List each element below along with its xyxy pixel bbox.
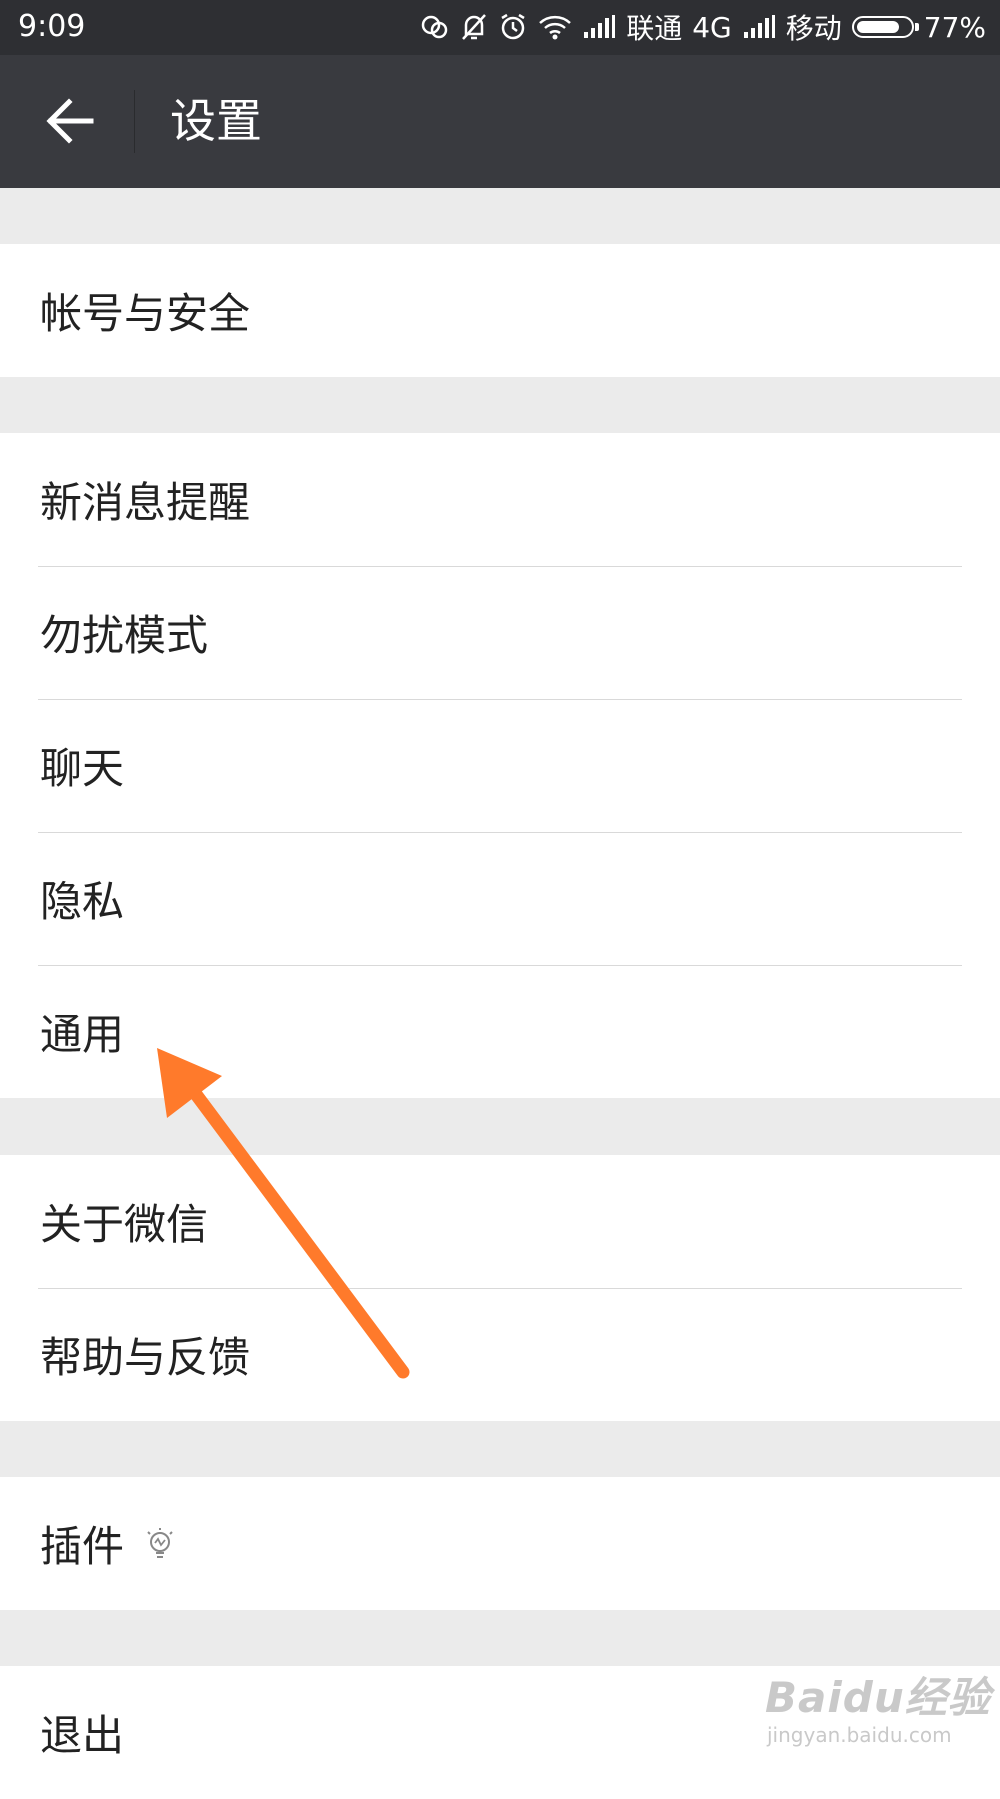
settings-item-label: 插件 bbox=[40, 1522, 125, 1571]
settings-item-label: 通用 bbox=[40, 1010, 125, 1059]
settings-item-label: 帐号与安全 bbox=[40, 289, 251, 338]
mute-bell-icon bbox=[460, 12, 488, 42]
network-type: 4G bbox=[692, 10, 732, 44]
carrier-2: 移动 bbox=[785, 12, 842, 45]
settings-item-label: 聊天 bbox=[40, 744, 125, 793]
section-plugins: 插件 bbox=[0, 1477, 1000, 1610]
back-button[interactable] bbox=[30, 81, 110, 161]
settings-item-label: 新消息提醒 bbox=[40, 478, 251, 527]
carrier-1: 联通 bbox=[626, 12, 683, 45]
status-bar: 9:09 联通 4G 移动 77% bbox=[0, 0, 1000, 55]
status-icons: 联通 4G 移动 77% bbox=[420, 8, 986, 46]
wifi-icon bbox=[538, 14, 572, 40]
settings-item-plugins[interactable]: 插件 bbox=[0, 1477, 1000, 1610]
settings-item-label: 隐私 bbox=[40, 877, 125, 926]
appbar-divider bbox=[134, 90, 135, 153]
watermark-logo: Baidu经验 bbox=[765, 1673, 991, 1722]
section-preferences: 新消息提醒 勿扰模式 聊天 隐私 通用 bbox=[0, 433, 1000, 1098]
signal-icon bbox=[582, 14, 616, 40]
section-account: 帐号与安全 bbox=[0, 244, 1000, 377]
settings-item-chat[interactable]: 聊天 bbox=[0, 699, 1000, 832]
lightbulb-icon bbox=[144, 1526, 176, 1562]
alarm-clock-icon bbox=[498, 12, 528, 42]
settings-item-general[interactable]: 通用 bbox=[0, 965, 1000, 1098]
settings-item-label: 退出 bbox=[40, 1711, 125, 1760]
battery-percent: 77% bbox=[923, 10, 986, 44]
status-time: 9:09 bbox=[18, 9, 86, 44]
app-bar: 设置 bbox=[0, 55, 1000, 188]
settings-item-account-security[interactable]: 帐号与安全 bbox=[0, 244, 1000, 377]
battery-icon bbox=[851, 16, 919, 38]
settings-item-do-not-disturb[interactable]: 勿扰模式 bbox=[0, 566, 1000, 699]
signal-icon-2 bbox=[742, 14, 776, 40]
page-title: 设置 bbox=[170, 94, 262, 148]
settings-item-help-feedback[interactable]: 帮助与反馈 bbox=[0, 1288, 1000, 1421]
settings-item-about[interactable]: 关于微信 bbox=[0, 1155, 1000, 1288]
settings-item-label: 关于微信 bbox=[40, 1200, 209, 1249]
section-about: 关于微信 帮助与反馈 bbox=[0, 1155, 1000, 1421]
settings-item-privacy[interactable]: 隐私 bbox=[0, 832, 1000, 965]
arrow-left-icon bbox=[46, 98, 94, 144]
settings-item-label: 帮助与反馈 bbox=[40, 1333, 251, 1382]
settings-item-new-message-alerts[interactable]: 新消息提醒 bbox=[0, 433, 1000, 566]
baidu-watermark: Baidu经验 jingyan.baidu.com bbox=[765, 1664, 991, 1747]
settings-item-label: 勿扰模式 bbox=[40, 611, 209, 660]
watermark-url: jingyan.baidu.com bbox=[767, 1723, 952, 1747]
chat-bubble-icon bbox=[420, 13, 450, 41]
